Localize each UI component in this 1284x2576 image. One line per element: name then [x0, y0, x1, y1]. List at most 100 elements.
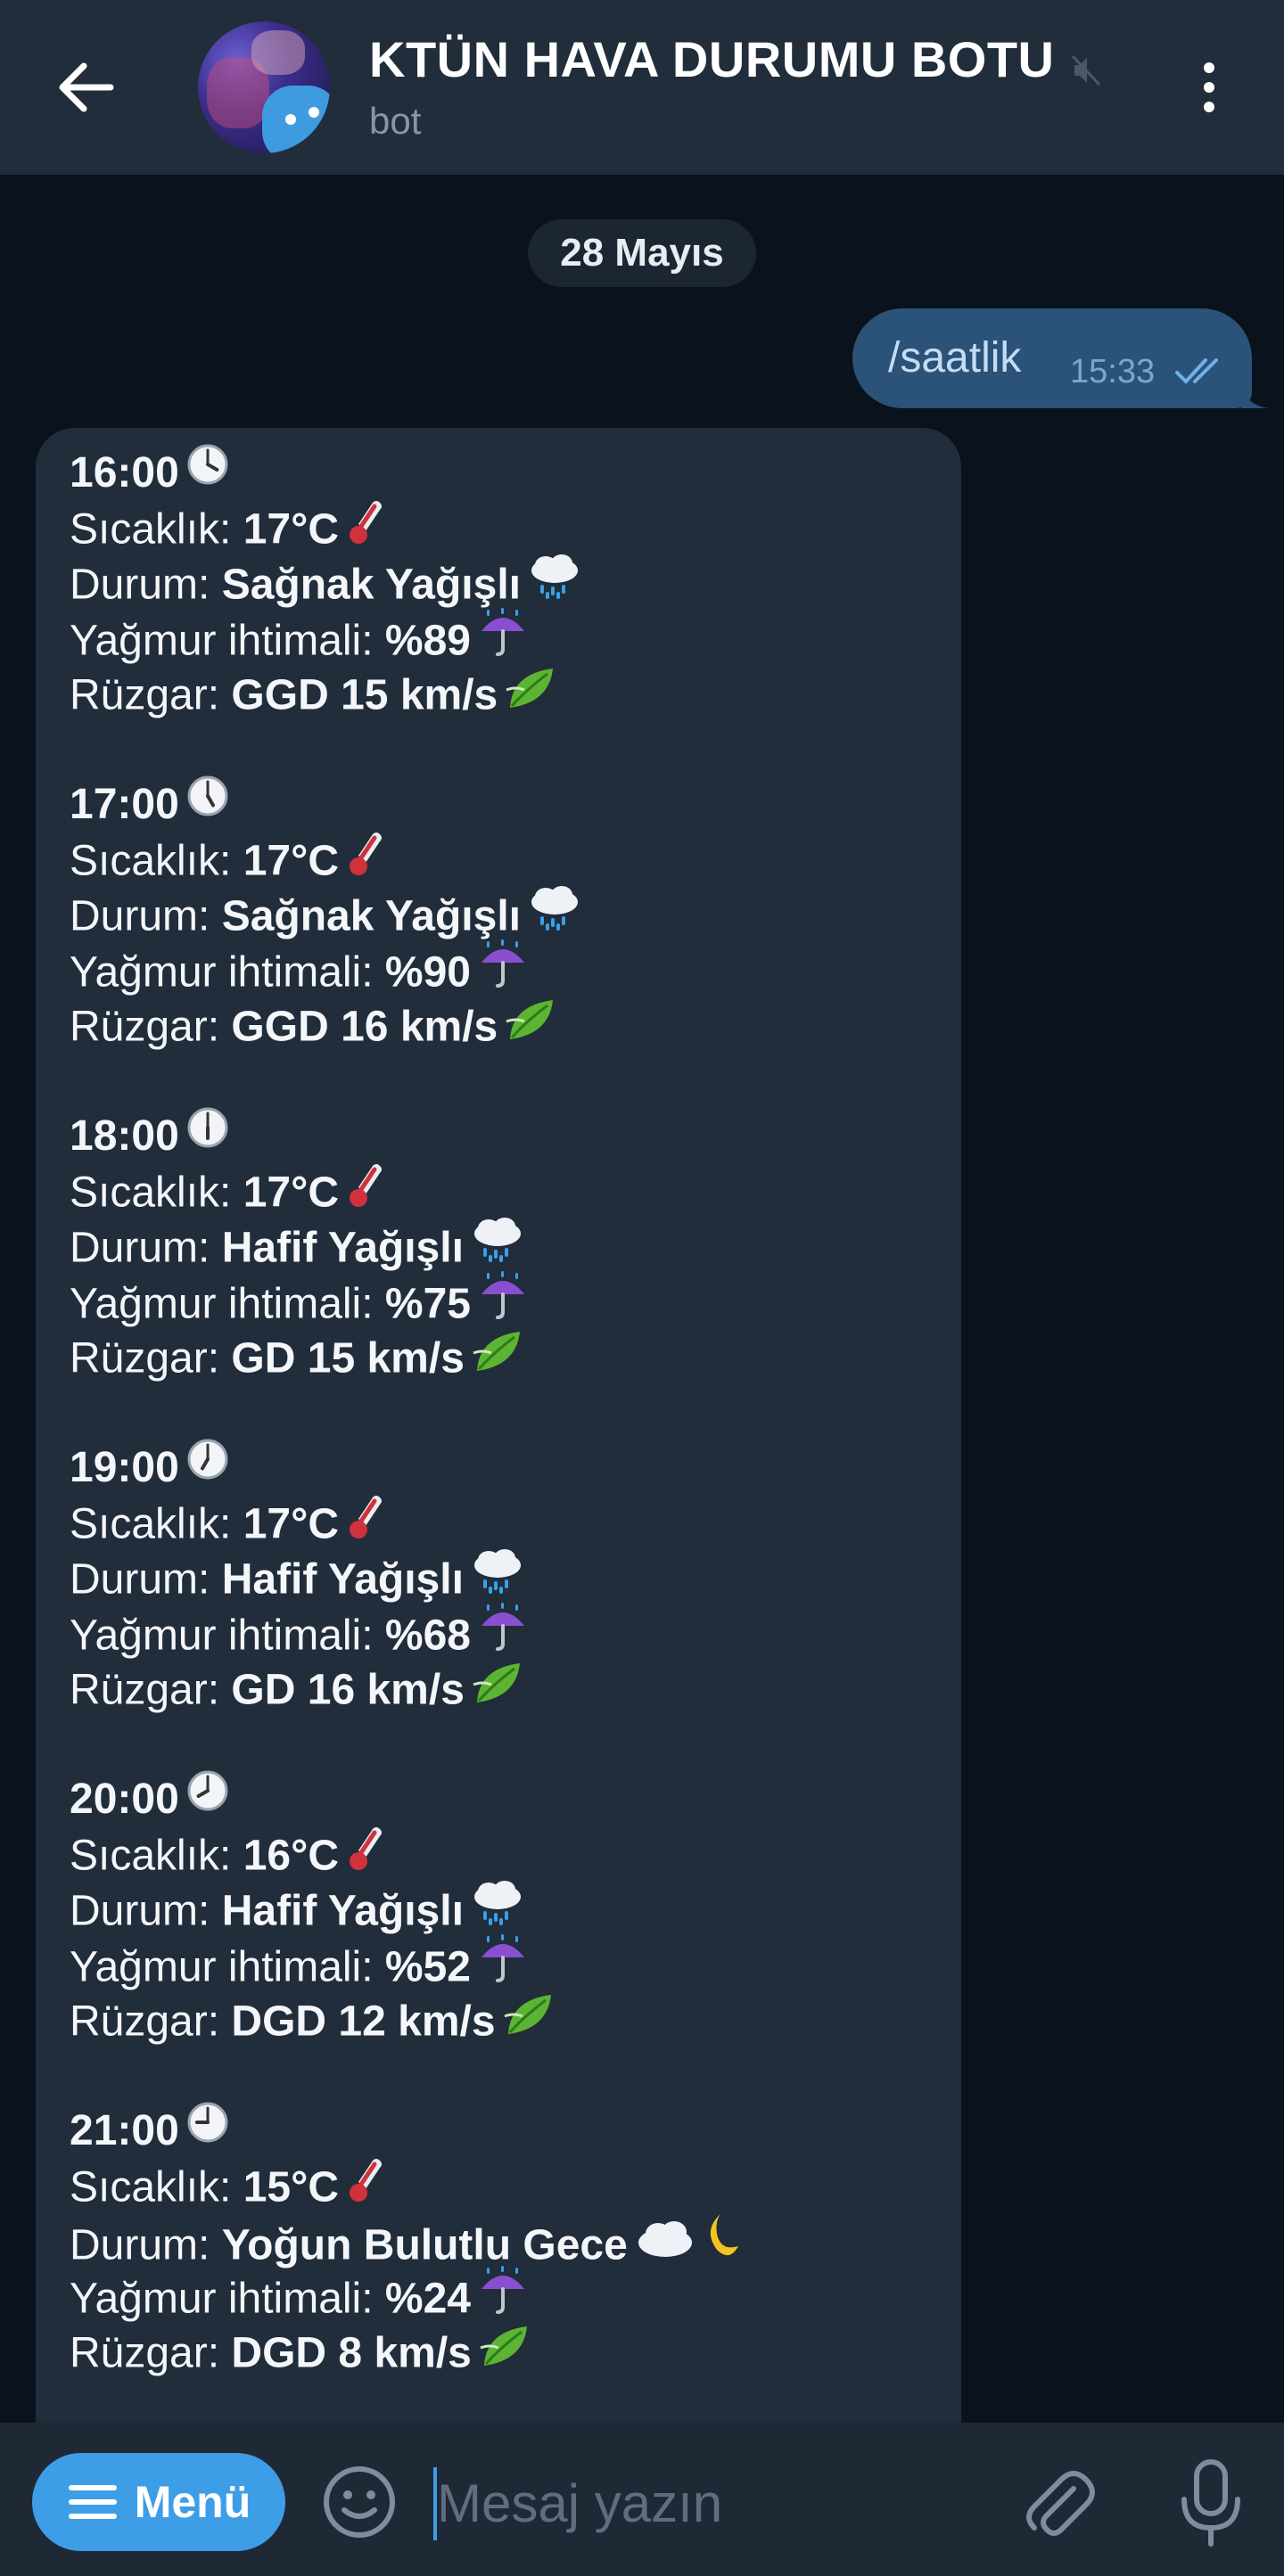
temperature-label: Sıcaklık:	[70, 1500, 232, 1548]
more-vert-icon[interactable]	[1182, 46, 1236, 128]
temperature-value: 17°C	[243, 1500, 339, 1548]
rain-chance-value: %89	[384, 617, 471, 665]
leaf-wind-icon	[479, 2321, 532, 2383]
message-input[interactable]	[433, 2458, 968, 2547]
temperature-value: 17°C	[243, 1169, 339, 1217]
wind-label: Rüzgar:	[70, 2329, 220, 2377]
forecast-block: 19:00 Sıcaklık: 17°C Durum: Hafif Yağışlı Y…	[70, 1438, 952, 1720]
chat-title-area[interactable]: KTÜN HAVA DURUMU BOTU bot	[369, 30, 1154, 143]
thermometer-icon	[346, 829, 385, 891]
clock-icon	[186, 1438, 229, 1495]
thermometer-icon	[346, 1161, 385, 1223]
wind-value: GGD 16 km/s	[231, 1003, 498, 1051]
condition-label: Durum:	[70, 2221, 210, 2269]
temperature-label: Sıcaklık:	[70, 1169, 232, 1217]
double-check-icon	[1175, 357, 1229, 391]
leaf-wind-icon	[505, 995, 558, 1057]
condition-label: Durum:	[70, 892, 210, 940]
cloud-moon-icon	[635, 2211, 742, 2278]
condition-value: Sağnak Yağışlı	[221, 561, 521, 609]
bot-menu-button[interactable]: Menü	[32, 2453, 285, 2551]
temperature-value: 15°C	[243, 2163, 339, 2211]
forecast-time: 20:00	[70, 1776, 179, 1823]
wind-value: GGD 15 km/s	[231, 671, 498, 719]
rain-chance-label: Yağmur ihtimali:	[70, 1280, 374, 1328]
forecast-time: 17:00	[70, 781, 179, 828]
leaf-wind-icon	[503, 1989, 556, 2052]
forecast-block: 16:00 Sıcaklık: 17°C Durum: Sağnak Yağışlı…	[70, 443, 952, 722]
outgoing-message-text: /saatlik	[888, 334, 1022, 381]
message-composer: Menü	[0, 2423, 1284, 2576]
thermometer-icon	[346, 1492, 385, 1555]
rain-chance-label: Yağmur ihtimali:	[70, 617, 374, 665]
wind-label: Rüzgar:	[70, 1003, 220, 1051]
telegram-chat-screen: KTÜN HAVA DURUMU BOTU bot 28 Mayıs /saat…	[0, 0, 1284, 2576]
temperature-label: Sıcaklık:	[70, 505, 232, 554]
microphone-icon[interactable]	[1168, 2457, 1254, 2549]
forecast-time: 19:00	[70, 1444, 179, 1491]
chat-header: KTÜN HAVA DURUMU BOTU bot	[0, 0, 1284, 175]
temperature-value: 17°C	[243, 837, 339, 885]
condition-value: Sağnak Yağışlı	[221, 892, 521, 940]
rain-chance-value: %75	[384, 1280, 471, 1328]
leaf-wind-icon	[472, 1326, 525, 1389]
leaf-wind-icon	[505, 663, 558, 726]
forecast-block: 21:00 Sıcaklık: 15°C Durum: Yoğun Bulutlu …	[70, 2101, 952, 2383]
temperature-value: 17°C	[243, 505, 339, 554]
clock-icon	[186, 1769, 229, 1826]
chat-title: KTÜN HAVA DURUMU BOTU	[369, 31, 1055, 87]
forecast-time: 18:00	[70, 1112, 179, 1160]
wind-label: Rüzgar:	[70, 671, 220, 719]
forecast-block: 17:00 Sıcaklık: 17°C Durum: Sağnak Yağışlı…	[70, 775, 952, 1057]
chat-subtitle: bot	[369, 100, 422, 143]
wind-label: Rüzgar:	[70, 1334, 220, 1382]
leaf-wind-icon	[472, 1658, 525, 1720]
menu-button-label: Menü	[134, 2477, 251, 2527]
bubble-tail	[1241, 383, 1268, 408]
rain-chance-value: %52	[384, 1943, 471, 1991]
clock-icon	[186, 775, 229, 832]
condition-label: Durum:	[70, 561, 210, 609]
condition-value: Hafif Yağışlı	[221, 1224, 464, 1272]
emoji-icon[interactable]	[321, 2464, 398, 2540]
temperature-value: 16°C	[243, 1832, 339, 1880]
thermometer-icon	[346, 2155, 385, 2218]
rain-cloud-icon	[528, 553, 581, 615]
rain-chance-value: %24	[384, 2275, 471, 2323]
condition-label: Durum:	[70, 1887, 210, 1935]
date-separator: 28 Mayıs	[528, 219, 756, 287]
clock-icon	[186, 2101, 229, 2158]
condition-value: Hafif Yağışlı	[221, 1555, 464, 1604]
temperature-label: Sıcaklık:	[70, 1832, 232, 1880]
condition-value: Hafif Yağışlı	[221, 1887, 464, 1935]
hamburger-icon	[68, 2485, 117, 2519]
rain-chance-value: %68	[384, 1612, 471, 1660]
clock-icon	[186, 443, 229, 500]
rain-chance-label: Yağmur ihtimali:	[70, 1612, 374, 1660]
rain-chance-label: Yağmur ihtimali:	[70, 1943, 374, 1991]
rain-chance-label: Yağmur ihtimali:	[70, 948, 374, 997]
forecast-block: 20:00 Sıcaklık: 16°C Durum: Hafif Yağışlı Y…	[70, 1769, 952, 2048]
wind-value: GD 16 km/s	[231, 1666, 465, 1714]
wind-value: DGD 12 km/s	[231, 1998, 496, 2046]
wind-label: Rüzgar:	[70, 1998, 220, 2046]
outgoing-message[interactable]: /saatlik 15:33	[852, 308, 1252, 408]
avatar[interactable]	[198, 21, 330, 153]
temperature-label: Sıcaklık:	[70, 837, 232, 885]
back-arrow-icon[interactable]	[41, 43, 130, 132]
rain-cloud-icon	[471, 1879, 524, 1941]
clock-icon	[186, 1106, 229, 1163]
paperclip-icon[interactable]	[1017, 2462, 1102, 2547]
wind-value: DGD 8 km/s	[231, 2329, 472, 2377]
rain-cloud-icon	[471, 1547, 524, 1610]
temperature-label: Sıcaklık:	[70, 2163, 232, 2211]
condition-label: Durum:	[70, 1555, 210, 1604]
condition-value: Yoğun Bulutlu Gece	[221, 2221, 628, 2269]
rain-cloud-icon	[528, 884, 581, 947]
incoming-message[interactable]: 16:00 Sıcaklık: 17°C Durum: Sağnak Yağışlı…	[36, 428, 961, 2442]
thermometer-icon	[346, 497, 385, 560]
mute-icon	[1071, 54, 1101, 91]
forecast-block: 18:00 Sıcaklık: 17°C Durum: Hafif Yağışlı Y…	[70, 1106, 952, 1385]
wind-value: GD 15 km/s	[231, 1334, 465, 1382]
message-time: 15:33	[1070, 353, 1156, 390]
